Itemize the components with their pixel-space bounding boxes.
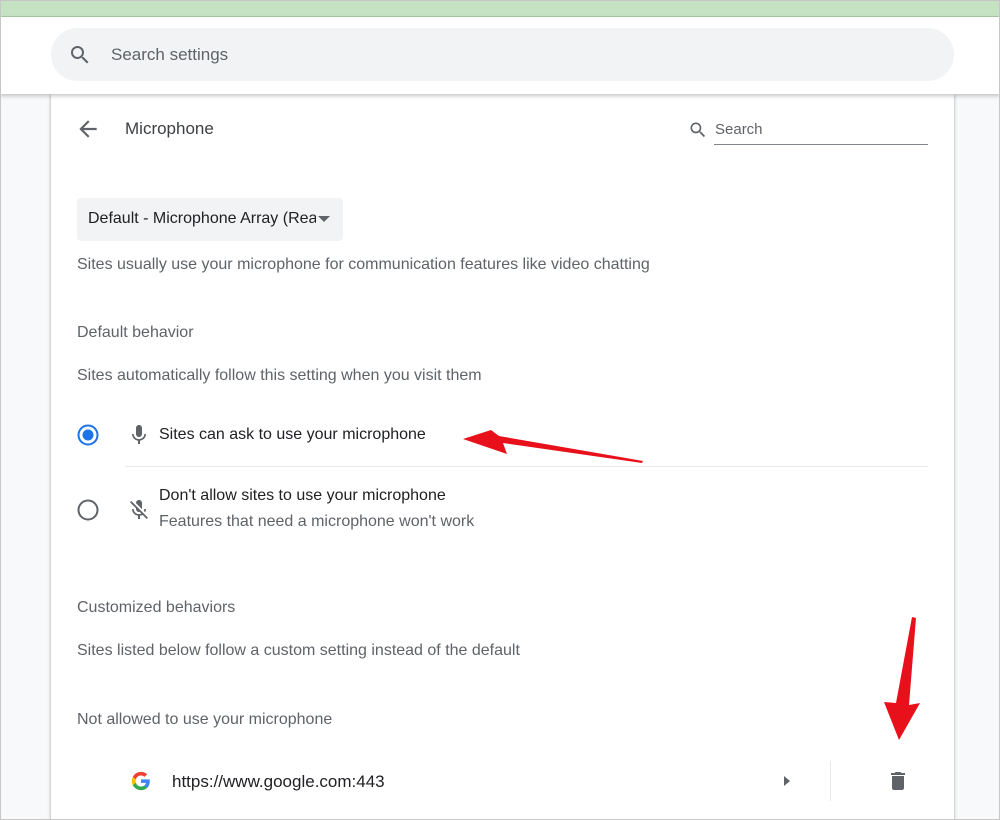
window-top-strip <box>0 0 1000 17</box>
site-url: https://www.google.com:443 <box>172 772 385 791</box>
delete-icon[interactable] <box>886 769 910 793</box>
microphone-settings-card: Microphone Search Default - Microphone A… <box>51 94 954 820</box>
dropdown-caret-icon <box>318 216 330 222</box>
page-search-input[interactable]: Search <box>715 121 763 138</box>
device-select-value: Default - Microphone Array (Realtek(R) A… <box>88 210 316 227</box>
customized-behaviors-subtext: Sites listed below follow a custom setti… <box>77 642 520 659</box>
search-underline <box>714 144 928 145</box>
default-behavior-heading: Default behavior <box>77 324 194 341</box>
settings-search-input[interactable]: Search settings <box>111 45 228 65</box>
microphone-device-select[interactable]: Default - Microphone Array (Realtek(R) A… <box>77 198 343 241</box>
page-search[interactable]: Search <box>688 116 928 146</box>
microphone-description: Sites usually use your microphone for co… <box>77 256 650 273</box>
search-icon <box>71 45 89 63</box>
mic-off-icon <box>130 500 148 519</box>
row-separator <box>830 761 831 801</box>
chevron-right-icon[interactable] <box>779 773 795 789</box>
option-allow-ask-label: Sites can ask to use your microphone <box>159 426 426 443</box>
page-title: Microphone <box>125 119 214 138</box>
customized-behaviors-heading: Customized behaviors <box>77 599 236 616</box>
default-behavior-subtext: Sites automatically follow this setting … <box>77 367 482 384</box>
not-allowed-heading: Not allowed to use your microphone <box>77 711 333 728</box>
settings-toolbar: Search settings <box>0 17 1000 94</box>
settings-search-box[interactable]: Search settings <box>51 28 954 81</box>
site-row[interactable]: https://www.google.com:443 <box>125 761 928 801</box>
google-favicon-icon <box>131 771 150 791</box>
mic-icon <box>132 425 146 444</box>
option-block-sublabel: Features that need a microphone won't wo… <box>159 513 475 530</box>
radio-option-allow-ask[interactable]: Sites can ask to use your microphone <box>77 420 928 450</box>
radio-unselected-icon[interactable] <box>77 499 99 521</box>
option-divider <box>125 466 928 467</box>
back-arrow-icon[interactable] <box>75 116 101 142</box>
option-block-label: Don't allow sites to use your microphone <box>159 487 446 504</box>
radio-selected-icon[interactable] <box>77 424 99 446</box>
radio-option-block[interactable]: Don't allow sites to use your microphone… <box>77 484 928 536</box>
search-icon <box>690 122 706 138</box>
